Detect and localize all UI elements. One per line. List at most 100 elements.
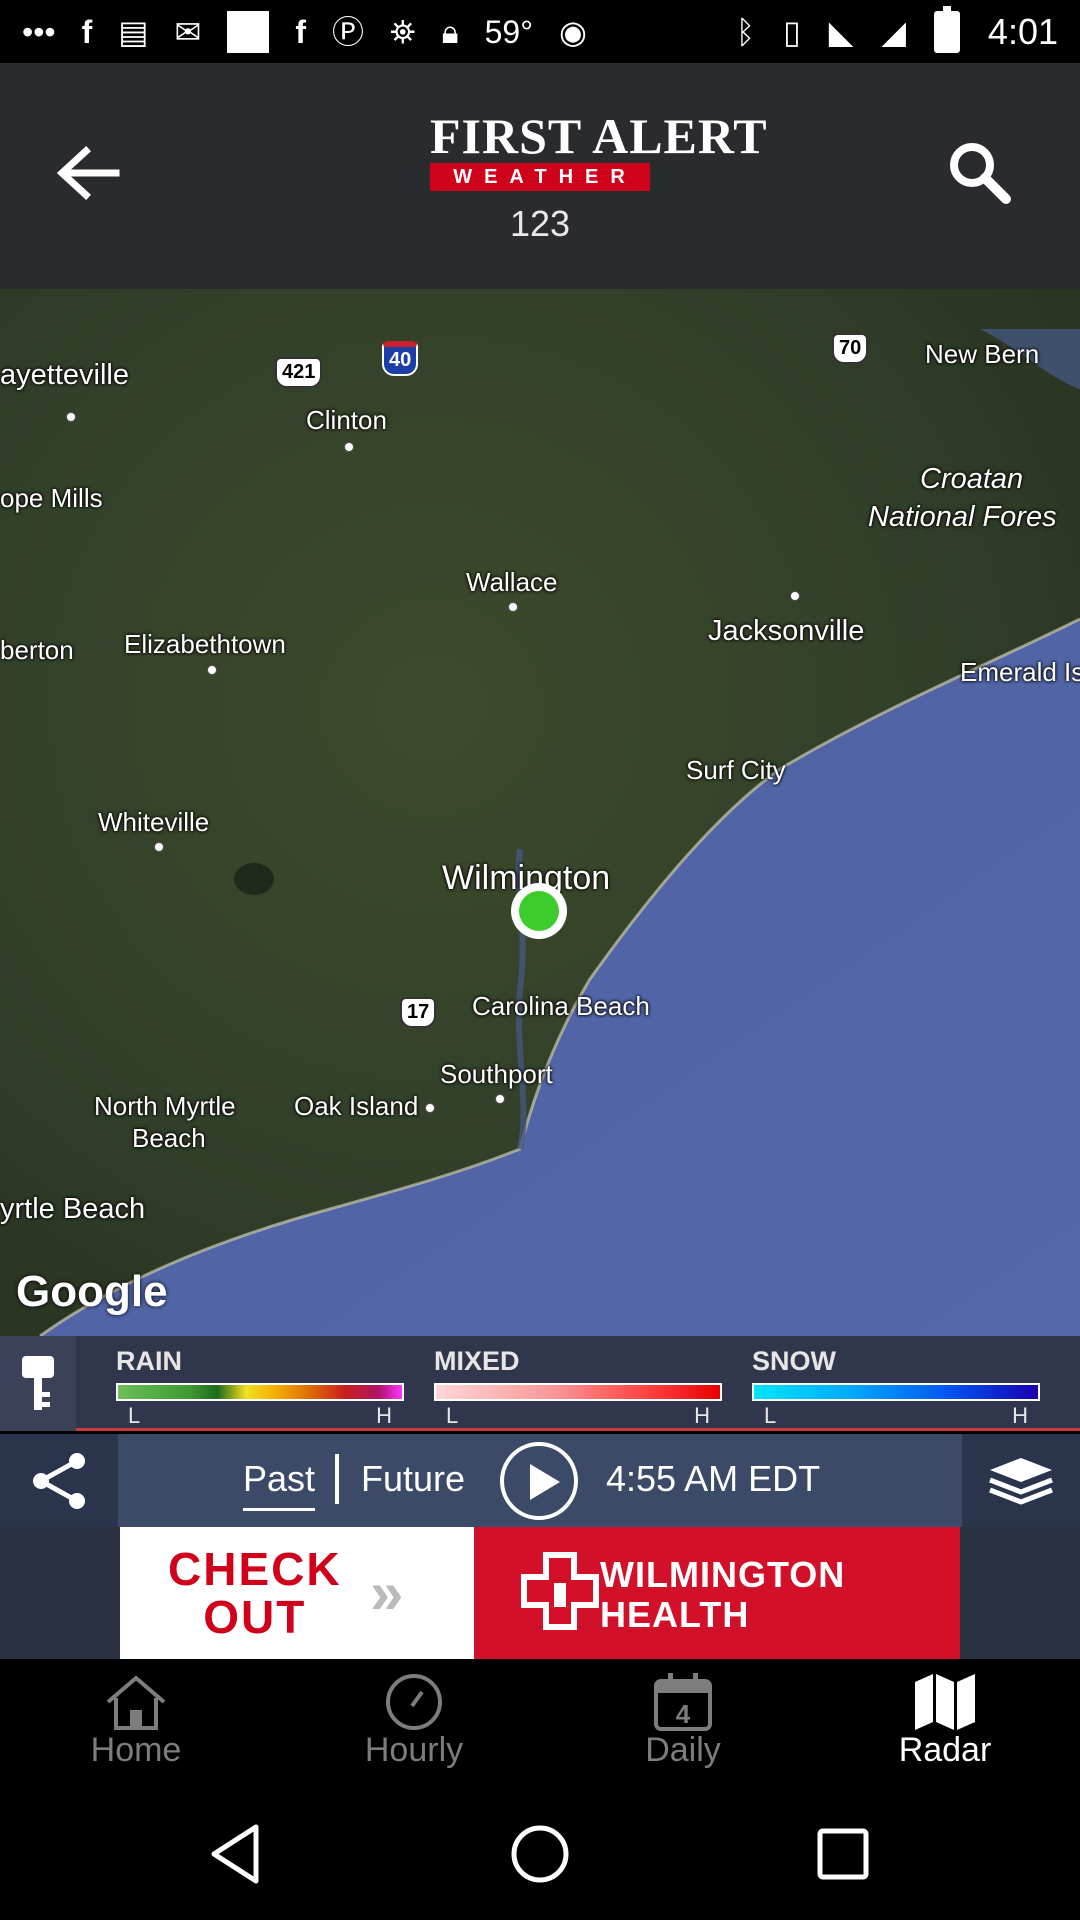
city-oak-island: Oak Island [294, 1091, 419, 1121]
city-jacksonville: Jacksonville [708, 615, 865, 647]
lock-icon: 🔒︎ [441, 13, 459, 50]
legend-snow-title: SNOW [752, 1346, 836, 1376]
android-icon: ◉ [559, 13, 587, 50]
nav-home[interactable]: Home [36, 1659, 236, 1779]
tab-past[interactable]: Past [243, 1458, 316, 1511]
play-button[interactable] [500, 1442, 578, 1520]
city-dot [154, 842, 164, 852]
photo-icon [227, 10, 270, 53]
city-north-myrtle-beach-2: Beach [132, 1123, 206, 1153]
system-recents-button[interactable] [808, 1819, 878, 1889]
shield-i40: 40 [382, 341, 419, 376]
layers-button[interactable] [962, 1434, 1080, 1527]
bottom-navigation: Home Hourly 4 Daily Radar [0, 1659, 1080, 1779]
radar-timestamp: 4:55 AM EDT [606, 1458, 821, 1499]
search-icon [950, 143, 1011, 204]
tab-future[interactable]: Future [361, 1458, 465, 1500]
nav-daily[interactable]: 4 Daily [583, 1659, 783, 1779]
clock-time: 4:01 [987, 10, 1058, 52]
temperature-text: 59° [484, 13, 534, 50]
legend-key-button[interactable] [0, 1336, 76, 1431]
legend-snow-low: L [764, 1403, 777, 1428]
city-wallace: Wallace [466, 567, 558, 597]
legend-mixed-bar [434, 1383, 722, 1401]
legend-mixed: MIXED L H [434, 1346, 722, 1429]
news-icon: ▤ [118, 13, 149, 50]
city-emerald-isle: Emerald Is [960, 657, 1080, 687]
calendar-icon: 4 [654, 1673, 712, 1731]
current-location-marker[interactable] [511, 883, 567, 939]
bluetooth-icon: ᛒ [735, 13, 756, 50]
circle-home-icon [511, 1825, 569, 1883]
legend-rain-high: H [376, 1403, 392, 1428]
back-button[interactable] [48, 133, 128, 213]
app-logo: FIRST ALERT WEATHER [430, 108, 768, 191]
ad-brand-line1: WILMINGTON [600, 1554, 846, 1595]
mail-icon: ✉ [174, 13, 202, 50]
search-button[interactable] [940, 133, 1020, 213]
legend-snow-high: H [1012, 1403, 1028, 1428]
city-dot [66, 412, 76, 422]
map-icon [915, 1674, 975, 1730]
nav-radar[interactable]: Radar [845, 1659, 1045, 1779]
city-carolina-beach: Carolina Beach [472, 991, 650, 1021]
ad-check-out: CHECK OUT [168, 1545, 342, 1641]
shield-us421: 421 [275, 357, 323, 388]
radar-controls: Past Future 4:55 AM EDT [0, 1434, 1080, 1527]
city-surf-city: Surf City [686, 755, 786, 785]
google-attribution: Google [16, 1267, 168, 1316]
radar-map[interactable]: ayetteville 421 40 Clinton 70 New Bern o… [0, 289, 1080, 1336]
city-dot [344, 442, 354, 452]
signal-icon: ◢ [881, 13, 906, 50]
label-croatan: Croatan [920, 463, 1024, 495]
tab-divider [335, 1454, 339, 1504]
ad-check-line1: CHECK [168, 1543, 342, 1595]
satellite-icon: ⛯ [389, 13, 416, 50]
legend-rain: RAIN L H [116, 1346, 404, 1429]
calendar-day-number: 4 [676, 1699, 691, 1729]
shield-us70: 70 [832, 333, 869, 364]
city-dot [790, 591, 800, 601]
share-button[interactable] [0, 1434, 118, 1527]
square-recents-icon [817, 1828, 869, 1880]
legend-snow: SNOW L H [752, 1346, 1040, 1429]
facebook-icon: f [295, 13, 306, 50]
layers-icon [989, 1457, 1053, 1505]
legend-mixed-title: MIXED [434, 1346, 520, 1376]
ad-left-panel: CHECK OUT » [120, 1527, 474, 1659]
home-icon [106, 1675, 166, 1730]
ad-banner[interactable]: CHECK OUT » WILMINGTON HEALTH [120, 1527, 960, 1659]
ad-right-panel: WILMINGTON HEALTH [474, 1527, 960, 1659]
p-icon: Ⓟ [331, 13, 364, 50]
legend-snow-bar [752, 1383, 1040, 1401]
battery-icon [933, 5, 960, 53]
city-dot [425, 1103, 435, 1113]
key-icon [22, 1355, 54, 1410]
city-dot [508, 602, 518, 612]
app-header: FIRST ALERT WEATHER 123 [0, 63, 1080, 289]
shield-us17: 17 [400, 997, 437, 1028]
city-fayetteville: ayetteville [0, 359, 129, 391]
system-navigation [0, 1779, 1080, 1920]
triangle-back-icon [211, 1824, 259, 1884]
station-number: 123 [509, 203, 571, 244]
city-whiteville: Whiteville [98, 807, 210, 837]
legend-mixed-low: L [446, 1403, 459, 1428]
logo-sub: WEATHER [430, 163, 650, 191]
status-bar: ••• f ▤ ✉ f Ⓟ ⛯ 🔒︎ 59° ◉ ᛒ ▯ ◣ ◢ 4:01 [0, 0, 1080, 63]
vibrate-icon: ▯ [783, 13, 801, 50]
radar-legend: RAIN L H MIXED L H SNOW L H [0, 1336, 1080, 1431]
facebook-icon: f [81, 13, 93, 50]
system-home-button[interactable] [505, 1819, 575, 1889]
system-back-button[interactable] [202, 1819, 272, 1889]
legend-rain-low: L [128, 1403, 141, 1428]
nav-hourly-label: Hourly [364, 1731, 464, 1769]
legend-rain-title: RAIN [116, 1346, 182, 1376]
nav-hourly[interactable]: Hourly [314, 1659, 514, 1779]
nav-daily-label: Daily [645, 1731, 721, 1769]
label-national-forest: National Fores [868, 501, 1057, 533]
city-north-myrtle-beach-1: North Myrtle [94, 1091, 236, 1121]
nav-home-label: Home [90, 1731, 182, 1769]
ad-brand-name: WILMINGTON HEALTH [600, 1555, 845, 1635]
logo-main: FIRST ALERT [430, 108, 768, 164]
